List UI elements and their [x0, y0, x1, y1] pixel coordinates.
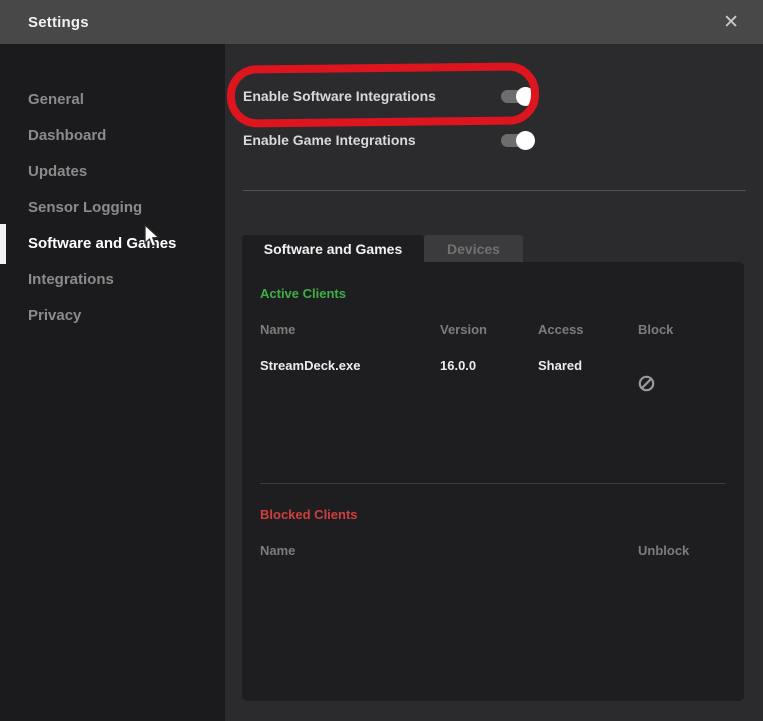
close-icon[interactable]: ✕	[723, 13, 739, 32]
sidebar-item-label: Sensor Logging	[28, 199, 142, 216]
sidebar-item-label: Privacy	[28, 307, 81, 324]
no-entry-icon[interactable]	[638, 375, 655, 392]
client-version: 16.0.0	[440, 358, 476, 373]
section-divider	[243, 190, 746, 191]
panel-divider	[260, 483, 726, 484]
sidebar-item-label: Dashboard	[28, 127, 106, 144]
software-integrations-row: Enable Software Integrations	[243, 86, 533, 106]
blocked-column-header-name: Name	[260, 543, 295, 558]
window-title: Settings	[28, 14, 89, 31]
toggle-knob	[516, 131, 535, 150]
blocked-column-header-unblock: Unblock	[638, 543, 689, 558]
client-name: StreamDeck.exe	[260, 358, 360, 373]
sidebar-item-label: General	[28, 91, 84, 108]
main-content: Enable Software Integrations Enable Game…	[225, 44, 763, 721]
client-access: Shared	[538, 358, 582, 373]
sidebar-item-integrations[interactable]: Integrations	[0, 262, 225, 298]
sidebar-item-sensor-logging[interactable]: Sensor Logging	[0, 190, 225, 226]
toggle-knob	[516, 87, 535, 106]
clients-panel: Active Clients Name Version Access Block…	[242, 262, 744, 701]
game-integrations-toggle[interactable]	[501, 134, 533, 147]
titlebar: Settings ✕	[0, 0, 763, 44]
software-integrations-label: Enable Software Integrations	[243, 88, 436, 104]
sidebar-item-general[interactable]: General	[0, 82, 225, 118]
sidebar-item-updates[interactable]: Updates	[0, 154, 225, 190]
selected-indicator	[0, 224, 6, 264]
sidebar-item-dashboard[interactable]: Dashboard	[0, 118, 225, 154]
blocked-clients-title: Blocked Clients	[260, 507, 358, 522]
game-integrations-label: Enable Game Integrations	[243, 132, 416, 148]
tab-label: Devices	[447, 241, 500, 257]
tab-label: Software and Games	[264, 241, 403, 257]
column-header-version: Version	[440, 322, 487, 337]
column-header-access: Access	[538, 322, 584, 337]
sidebar-item-label: Updates	[28, 163, 87, 180]
active-clients-title: Active Clients	[260, 286, 346, 301]
game-integrations-row: Enable Game Integrations	[243, 130, 533, 150]
sidebar-item-label: Integrations	[28, 271, 114, 288]
column-header-block: Block	[638, 322, 673, 337]
sidebar-item-privacy[interactable]: Privacy	[0, 298, 225, 334]
software-integrations-toggle[interactable]	[501, 90, 533, 103]
tab-devices[interactable]: Devices	[424, 235, 523, 263]
tab-software-and-games[interactable]: Software and Games	[242, 235, 424, 263]
sidebar: General Dashboard Updates Sensor Logging…	[0, 44, 225, 721]
column-header-name: Name	[260, 322, 295, 337]
sidebar-item-software-and-games[interactable]: Software and Games	[0, 226, 225, 262]
sidebar-item-label: Software and Games	[28, 235, 176, 252]
